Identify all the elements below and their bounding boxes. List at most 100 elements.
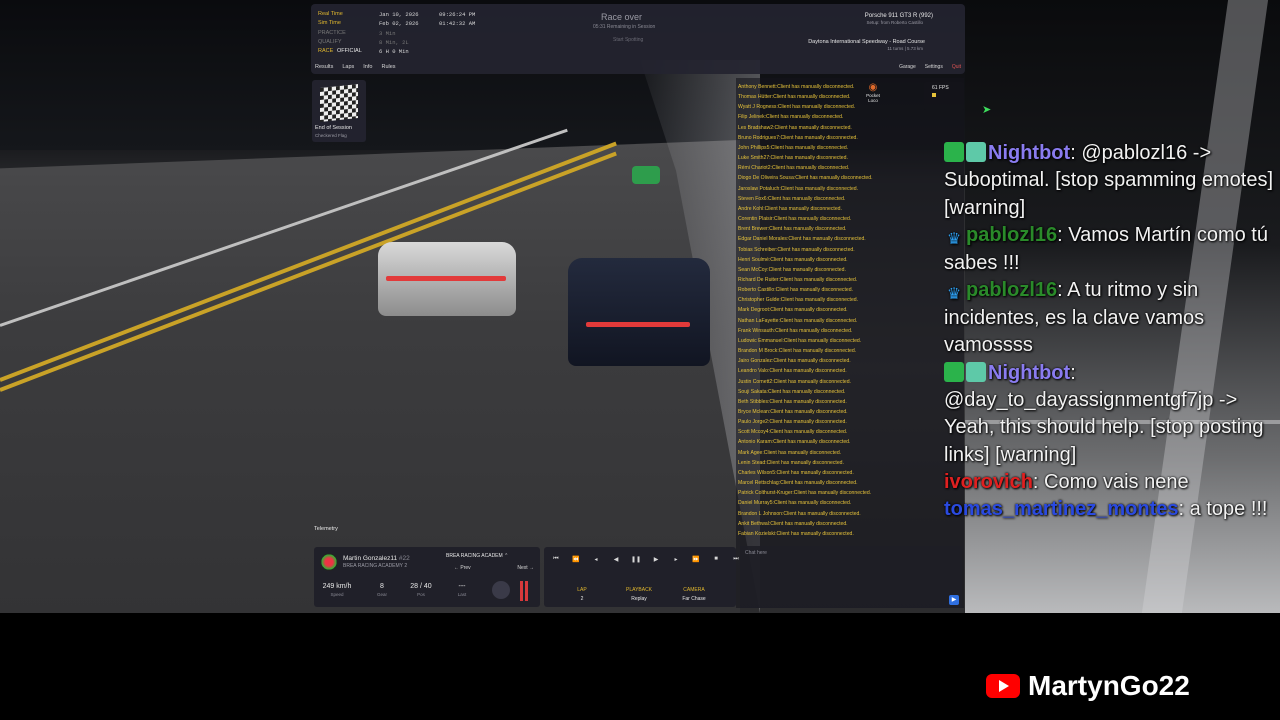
chat-username[interactable]: Nightbot — [988, 362, 1070, 384]
last-value: --- — [458, 583, 466, 590]
chat-text: Como vais nene — [1044, 470, 1189, 493]
lap-control[interactable]: LAP 2 — [568, 587, 596, 602]
last-label: Last — [457, 592, 467, 597]
start-spotting-button[interactable]: Start Spotting — [613, 37, 643, 43]
tab-rules[interactable]: Rules — [381, 64, 395, 70]
prev-lap-icon[interactable]: ⏪ — [570, 556, 582, 563]
sim-time: 01:42:32 AM — [439, 20, 476, 27]
session-info-bar: Real Time Jan 10, 2026 09:26:24 PM Sim T… — [311, 4, 965, 74]
playback-label: PLAYBACK — [625, 587, 653, 593]
settings-button[interactable]: Settings — [925, 64, 943, 70]
pocket-loco-widget[interactable]: ◉ Pocket Loco — [862, 82, 884, 118]
sim-chat-log[interactable]: Anthony Bennett:Client has manually disc… — [738, 82, 908, 544]
race-value: 6 H 0 Min — [379, 48, 409, 55]
rewind-icon[interactable]: ◀ — [610, 556, 622, 563]
chat-log-line: Sean McCoy:Client has manually disconnec… — [738, 266, 846, 273]
gear-label: Gear — [376, 592, 387, 597]
chat-log-line: Souji Sakata:Client has manually disconn… — [738, 388, 846, 395]
pause-icon[interactable]: ❚❚ — [630, 556, 642, 563]
camera-label: CAMERA — [683, 587, 705, 593]
chat-text: a tope !!! — [1189, 498, 1268, 521]
chat-log-line: Luke Smith27:Client has manually disconn… — [738, 155, 848, 162]
chat-log-line: Roberto Castillo:Client has manually dis… — [738, 287, 853, 294]
chat-username[interactable]: ivorovich — [944, 471, 1033, 493]
race-label: RACE — [318, 48, 334, 54]
chat-log-line: Edgar Daniel Morales:Client has manually… — [738, 236, 866, 243]
chat-log-line: Henri Soulmé:Client has manually disconn… — [738, 256, 848, 263]
chat-log-line: Les Bradshaw2:Client has manually discon… — [738, 124, 852, 131]
top-actions: Garage Settings Quit — [899, 64, 961, 70]
telemetry-toggle[interactable]: Telemetry — [314, 526, 338, 532]
chat-message: tomas_martinez_montes: a tope !!! — [944, 496, 1274, 523]
chat-log-line: Leandro Valo:Client has manually disconn… — [738, 368, 847, 375]
session-tabs: Results Laps Info Rules — [315, 64, 396, 70]
real-time: 09:26:24 PM — [439, 11, 476, 18]
skip-end-icon[interactable]: ⏭ — [730, 556, 742, 563]
tab-results[interactable]: Results — [315, 64, 333, 70]
chat-separator: : — [1032, 470, 1045, 493]
playback-control[interactable]: PLAYBACK Replay — [622, 587, 656, 602]
chat-username[interactable]: pablozl16 — [966, 279, 1057, 301]
step-back-icon[interactable]: ◂ — [590, 556, 602, 563]
chat-log-line: Corentin Plaisir:Client has manually dis… — [738, 216, 852, 223]
speed-label: Speed — [330, 592, 344, 597]
next-driver-button[interactable]: Next → — [517, 565, 534, 571]
crown-badge-icon: ♛ — [946, 286, 962, 304]
chat-username[interactable]: pablozl16 — [966, 224, 1057, 246]
camera-icon[interactable]: ■ — [710, 556, 722, 563]
driver-avatar — [320, 553, 338, 571]
tab-info[interactable]: Info — [363, 64, 372, 70]
chat-log-line: Brandon M Brock:Client has manually disc… — [738, 348, 857, 355]
chat-log-line: Brandon L Johnson:Client has manually di… — [738, 510, 861, 517]
chat-message: ivorovich: Como vais nene — [944, 469, 1274, 496]
chat-log-line: Mark Degroot:Client has manually disconn… — [738, 307, 848, 314]
chat-log-line: Andre Kohl:Client has manually disconnec… — [738, 205, 842, 212]
sim-time-label: Sim Time — [318, 20, 341, 26]
lap-value: 2 — [580, 596, 584, 602]
driver-team: BREA RACING ACADEMY 2 — [343, 563, 408, 569]
prev-label: Prev — [460, 565, 471, 571]
chat-username[interactable]: tomas_martinez_montes — [944, 498, 1179, 520]
play-icon[interactable]: ▶ — [650, 556, 662, 563]
chat-message: ♛ pablozl16: Vamos Martín como tú sabes !… — [944, 222, 1274, 277]
qualify-value: 8 Min, 2L — [379, 39, 409, 46]
camera-control[interactable]: CAMERA Far Chase — [672, 587, 716, 602]
chat-log-line: Bruno Rodrigues7:Client has manually dis… — [738, 134, 858, 141]
replay-controls: ⏮ ⏪ ◂ ◀ ❚❚ ▶ ▸ ⏩ ■ ⏭ LAP 2 PLAYBACK Replay… — [544, 547, 739, 607]
channel-name: MartynGo22 — [1028, 670, 1190, 701]
chevron-up-icon: ⌃ — [504, 553, 509, 559]
qualify-label: QUALIFY — [318, 39, 342, 45]
end-session-sub: Checkered Flag — [315, 133, 347, 138]
team-select-value: BREA RACING ACADEM — [446, 553, 503, 559]
fps-counter: 61 FPS — [924, 82, 964, 110]
team-select[interactable]: BREA RACING ACADEM ⌃ — [446, 553, 534, 561]
garage-button[interactable]: Garage — [899, 64, 916, 70]
quit-button[interactable]: Quit — [952, 64, 961, 70]
skip-start-icon[interactable]: ⏮ — [550, 556, 562, 563]
chat-message: Nightbot: @pablozl16 -> Suboptimal. [sto… — [944, 140, 1274, 222]
chat-log-line: Antonio Karam:Client has manually discon… — [738, 439, 851, 446]
chat-separator: : — [1178, 498, 1190, 521]
youtube-icon — [986, 674, 1020, 698]
chat-log-line: Christopher Gulde:Client has manually di… — [738, 297, 859, 304]
chat-username[interactable]: Nightbot — [988, 142, 1070, 164]
step-forward-icon[interactable]: ▸ — [670, 556, 682, 563]
chat-separator: : — [1057, 223, 1069, 246]
pocket-loco-label: Pocket Loco — [866, 93, 880, 103]
prev-driver-button[interactable]: ← Prev — [454, 565, 471, 571]
pos-stat: 28 / 40 Pos — [404, 583, 438, 597]
playback-value: Replay — [631, 596, 647, 602]
chat-log-line: John Phillips5:Client has manually disco… — [738, 144, 849, 151]
fast-forward-icon[interactable]: ⏩ — [690, 556, 702, 563]
chat-message: ♛ pablozl16: A tu ritmo y sin incidentes,… — [944, 277, 1274, 360]
real-date: Jan 10, 2026 — [379, 11, 419, 18]
driver-name-row: Martin Gonzalez11 #22 — [343, 555, 410, 562]
last-stat: --- Last — [450, 583, 474, 597]
chat-log-line: Frank Winsauth:Client has manually disco… — [738, 327, 853, 334]
tab-laps[interactable]: Laps — [342, 64, 354, 70]
send-icon[interactable]: ▶ — [949, 595, 959, 605]
sim-chat-input[interactable]: Chat here ▶ — [740, 546, 962, 608]
chat-log-line: Nathan LaFayette:Client has manually dis… — [738, 317, 858, 324]
driver-number: #22 — [398, 555, 410, 562]
moderator-badge-icon — [944, 142, 964, 162]
